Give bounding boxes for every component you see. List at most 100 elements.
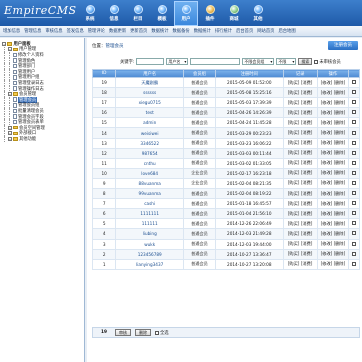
cell-record[interactable]: [购买] [消费] xyxy=(282,198,318,210)
row-checkbox[interactable] xyxy=(352,150,357,155)
cell-ops[interactable]: [修改] [删除] xyxy=(316,157,350,169)
subnav-link-13[interactable]: 后台地图 xyxy=(278,28,295,34)
row-checkbox[interactable] xyxy=(352,110,357,115)
cell-ops[interactable]: [修改] [删除] xyxy=(316,107,350,119)
table-row[interactable]: 11 cnthu 普通会员 2015-03-02 01:33:05 [购买] [消费][… xyxy=(91,157,360,169)
row-checkbox[interactable] xyxy=(352,130,357,135)
cell-ops[interactable]: [修改] [删除] xyxy=(316,76,350,89)
cell-username[interactable]: liubing xyxy=(115,228,185,240)
row-checkbox[interactable] xyxy=(352,170,357,175)
table-row[interactable]: 9 88vuanma 企业会员 2015-02-04 08:21:35 [购买] [消费… xyxy=(91,177,360,190)
group-select[interactable]: 不限会员组 xyxy=(242,58,275,65)
topnav-item-7[interactable]: 其他 xyxy=(246,1,270,26)
table-row[interactable]: 14 weisiwei 普通会员 2015-03-29 00:23:23 [购买] [消… xyxy=(91,127,360,139)
cell-ops[interactable]: [修改] [删除] xyxy=(316,218,350,230)
table-row[interactable]: 12 987654 普通会员 2015-03-03 00:11:44 [购买] [消费]… xyxy=(91,147,360,159)
table-row[interactable]: 10 love684 企业会员 2015-02-17 16:23:18 [购买] [消费… xyxy=(91,167,360,179)
cell-ops[interactable]: [修改] [删除] xyxy=(316,208,350,220)
cell-record[interactable]: [购买] [消费] xyxy=(282,188,318,200)
topnav-item-5[interactable]: 插件 xyxy=(198,1,222,26)
topnav-item-3[interactable]: 模板 xyxy=(150,1,174,26)
cell-username[interactable]: 88vuanma xyxy=(115,177,185,190)
column-header-1[interactable]: 用户名 xyxy=(115,69,185,78)
cell-record[interactable]: [购买] [消费] xyxy=(282,208,318,220)
cell-record[interactable]: [购买] [消费] xyxy=(282,117,318,129)
cell-ops[interactable]: [修改] [删除] xyxy=(316,228,350,240)
table-row[interactable]: 8 99vuanma 普通会员 2015-02-04 08:19:22 [购买] [消费… xyxy=(91,188,360,200)
row-checkbox[interactable] xyxy=(352,201,357,206)
cell-username[interactable]: xiegu0715 xyxy=(115,97,185,109)
cell-username[interactable]: cashi xyxy=(115,198,185,210)
cell-record[interactable]: [购买] [消费] xyxy=(282,137,318,149)
cell-ops[interactable]: [修改] [删除] xyxy=(316,87,350,99)
cell-username[interactable]: 987654 xyxy=(115,147,185,159)
subnav-link-10[interactable]: 排行统计 xyxy=(215,28,232,34)
topnav-item-2[interactable]: 栏目 xyxy=(126,1,150,26)
cell-username[interactable]: lianying3437 xyxy=(115,258,185,270)
cell-ops[interactable]: [修改] [删除] xyxy=(316,117,350,129)
subnav-link-7[interactable]: 数据统计 xyxy=(151,28,168,34)
cell-username[interactable]: admin xyxy=(115,117,185,129)
table-row[interactable]: 16 test 普通会员 2015-04-26 14:26:39 [购买] [消费] [修… xyxy=(91,107,360,119)
table-row[interactable]: 1 lianying3437 普通会员 2014-10-27 13:20:08 [购买]… xyxy=(91,258,360,270)
cell-username[interactable]: 111111 xyxy=(115,218,185,230)
cell-username[interactable]: ssssss xyxy=(115,87,185,99)
column-header-4[interactable]: 记录 xyxy=(282,69,318,78)
row-checkbox[interactable] xyxy=(352,261,357,266)
cell-ops[interactable]: [修改] [删除] xyxy=(316,177,350,190)
expand-toggle-icon[interactable]: − xyxy=(7,136,12,141)
cell-ops[interactable]: [修改] [删除] xyxy=(316,137,350,149)
row-checkbox[interactable] xyxy=(352,140,357,145)
cell-record[interactable]: [购买] [消费] xyxy=(282,177,318,190)
search-button[interactable]: 搜索 xyxy=(298,58,313,65)
table-row[interactable]: 19 天魔剧霸 普通会员 2015-05-09 01:52:00 [购买] [消费] [修… xyxy=(91,76,360,89)
cell-ops[interactable]: [修改] [删除] xyxy=(316,238,350,250)
subnav-link-9[interactable]: 数据统计 xyxy=(194,28,211,34)
subnav-link-4[interactable]: 管理评论 xyxy=(88,28,105,34)
column-header-2[interactable]: 会员组 xyxy=(183,69,216,78)
cell-record[interactable]: [购买] [消费] xyxy=(282,167,318,179)
cell-username[interactable]: 1111111 xyxy=(115,208,185,220)
subnav-link-3[interactable]: 签发信息 xyxy=(67,28,84,34)
column-header-3[interactable]: 注册时间 xyxy=(214,69,284,78)
breadcrumb-link[interactable]: 管理会员 xyxy=(106,44,124,49)
subnav-link-8[interactable]: 数据备份 xyxy=(173,28,190,34)
audit-button[interactable]: 审核 xyxy=(115,329,131,336)
sidebar-item-17[interactable]: − 其他功能 xyxy=(2,136,82,142)
cell-record[interactable]: [购买] [消费] xyxy=(282,97,318,109)
subnav-link-0[interactable]: 增加信息 xyxy=(3,28,20,34)
expand-toggle-icon[interactable]: − xyxy=(7,92,12,97)
cell-record[interactable]: [购买] [消费] xyxy=(282,147,318,159)
expand-toggle-icon[interactable]: − xyxy=(7,125,12,130)
row-checkbox[interactable] xyxy=(352,241,357,246)
select-all-checkbox[interactable] xyxy=(155,330,159,335)
row-checkbox[interactable] xyxy=(352,160,357,165)
table-row[interactable]: 18 ssssss 普通会员 2015-05-08 15:25:16 [购买] [消费]… xyxy=(91,87,360,99)
cell-username[interactable]: 3346522 xyxy=(115,137,185,149)
cell-ops[interactable]: [修改] [删除] xyxy=(316,248,350,260)
subnav-link-2[interactable]: 审核信息 xyxy=(45,28,62,34)
cell-ops[interactable]: [修改] [删除] xyxy=(316,258,350,270)
subnav-link-12[interactable]: 网站首页 xyxy=(257,28,274,34)
column-header-5[interactable]: 操作 xyxy=(316,69,350,78)
cell-record[interactable]: [购买] [消费] xyxy=(282,258,318,270)
keyword-input-2[interactable] xyxy=(190,58,241,65)
table-row[interactable]: 4 liubing 普通会员 2014-12-03 21:49:28 [购买] [消费]… xyxy=(91,228,360,240)
cell-ops[interactable]: [修改] [删除] xyxy=(316,127,350,139)
table-row[interactable]: 2 123456789 普通会员 2014-10-27 13:36:47 [购买] [消… xyxy=(91,248,360,260)
unaudited-checkbox[interactable] xyxy=(314,59,319,64)
cell-record[interactable]: [购买] [消费] xyxy=(282,76,318,89)
keyword-input[interactable] xyxy=(136,58,165,65)
row-checkbox[interactable] xyxy=(352,80,357,85)
cell-username[interactable]: love684 xyxy=(115,167,185,179)
table-row[interactable]: 6 1111111 普通会员 2015-01-04 21:56:10 [购买] [消费]… xyxy=(91,208,360,220)
cell-ops[interactable]: [修改] [删除] xyxy=(316,97,350,109)
delete-button[interactable]: 删除 xyxy=(135,329,151,336)
table-row[interactable]: 13 3346522 普通会员 2015-03-23 16:06:22 [购买] [消费… xyxy=(91,137,360,149)
table-row[interactable]: 7 cashi 普通会员 2015-01-18 16:45:57 [购买] [消费] [修… xyxy=(91,198,360,210)
topnav-item-0[interactable]: 系统 xyxy=(78,1,102,26)
topnav-item-4[interactable]: 用户 xyxy=(174,1,198,26)
table-row[interactable]: 17 xiegu0715 普通会员 2015-05-03 17:39:39 [购买] [… xyxy=(91,97,360,109)
expand-toggle-icon[interactable]: − xyxy=(2,41,6,46)
cell-username[interactable]: 天魔剧霸 xyxy=(115,76,185,89)
